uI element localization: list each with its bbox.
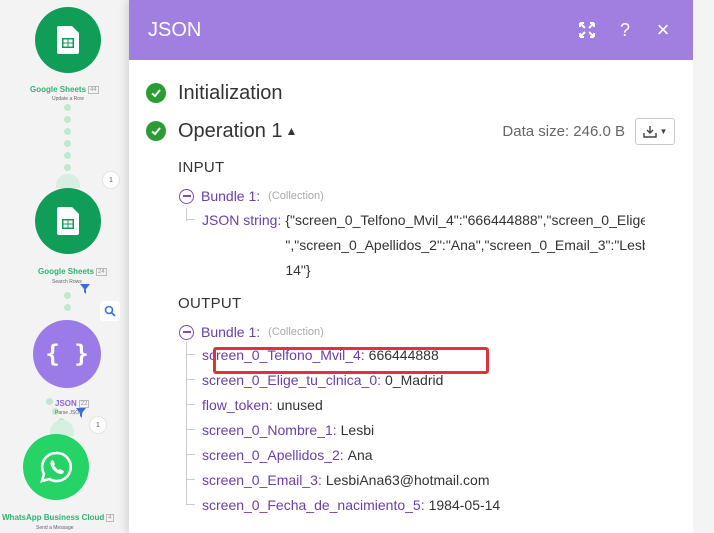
output-field-row: screen_0_Email_3: LesbiAna63@hotmail.com: [186, 467, 675, 492]
module-number: 44: [88, 85, 99, 94]
json-module[interactable]: { }: [33, 320, 101, 388]
module-app-name: Google Sheets: [30, 85, 87, 94]
module-action: Update a Row: [52, 96, 84, 102]
output-field-row: screen_0_Apellidos_2: Ana: [186, 442, 675, 467]
field-key: screen_0_Telfono_Mvil_4:: [202, 346, 365, 363]
connector-dot: [64, 140, 71, 147]
json-string-key: JSON string:: [202, 212, 282, 228]
field-value: 666444888: [368, 346, 439, 363]
collection-tag: (Collection): [268, 326, 324, 338]
json-line: {"screen_0_Telfono_Mvil_4":"666444888","…: [285, 212, 646, 228]
operation-row[interactable]: Operation 1 ▲ Data size: 246.0 B ▼: [146, 117, 675, 145]
connector-dot: [64, 164, 71, 171]
module-number: 22: [78, 399, 90, 408]
module-number: 4: [106, 513, 114, 522]
field-value: 0_Madrid: [385, 371, 444, 388]
module-label: WhatsApp Business Cloud 4: [2, 513, 114, 522]
output-heading: OUTPUT: [178, 295, 242, 312]
field-key: screen_0_Email_3:: [202, 471, 322, 488]
field-value: LesbiAna63@hotmail.com: [325, 471, 490, 488]
field-key: screen_0_Fecha_de_nacimiento_5:: [202, 496, 425, 513]
field-value: Lesbi: [340, 421, 375, 438]
filter-icon[interactable]: [76, 408, 86, 418]
operation-count-bubble[interactable]: 1: [89, 416, 107, 434]
header-tools: ? ×: [577, 17, 673, 42]
input-heading: INPUT: [178, 159, 225, 176]
collection-tag: (Collection): [268, 190, 324, 202]
scenario-canvas[interactable]: Google Sheets 44 Update a Row 1 Google S…: [0, 0, 130, 533]
panel-title: JSON: [148, 18, 202, 41]
output-field-row: screen_0_Nombre_1: Lesbi: [186, 417, 675, 442]
input-tree: JSON string: {"screen_0_Telfono_Mvil_4":…: [186, 208, 675, 283]
field-key: screen_0_Nombre_1:: [202, 421, 337, 438]
google-sheets-module[interactable]: [35, 188, 101, 254]
field-key: flow_token:: [202, 396, 273, 413]
module-action: Send a Message: [36, 525, 74, 531]
field-value: Ana: [347, 446, 373, 463]
data-size: Data size: 246.0 B: [502, 122, 625, 140]
output-field-row: screen_0_Telfono_Mvil_4: 666444888: [186, 342, 675, 367]
download-tray-icon: [642, 125, 657, 138]
module-action: Search Rows: [52, 279, 82, 285]
bundle-label: Bundle 1:: [201, 324, 261, 340]
collapse-icon[interactable]: [179, 188, 194, 204]
connector-dot: [64, 152, 71, 159]
json-string-row: JSON string: {"screen_0_Telfono_Mvil_4":…: [186, 208, 675, 283]
check-circle-icon: [146, 83, 166, 103]
google-sheets-module[interactable]: [35, 7, 101, 73]
module-halo: [56, 174, 80, 188]
output-field-row: screen_0_Fecha_de_nacimiento_5: 1984-05-…: [186, 492, 675, 517]
right-gutter: [693, 0, 714, 533]
input-bundle-row[interactable]: Bundle 1: (Collection): [179, 187, 675, 205]
download-button[interactable]: ▼: [635, 117, 675, 145]
module-label: Google Sheets 44: [30, 85, 99, 94]
connector-dot: [64, 104, 71, 111]
google-sheets-icon: [57, 207, 79, 235]
field-value: unused: [276, 396, 323, 413]
chevron-down-icon: ▼: [659, 126, 668, 136]
panel-header: JSON ? ×: [129, 0, 693, 60]
output-tree: screen_0_Telfono_Mvil_4: 666444888 scree…: [186, 342, 675, 517]
whatsapp-module[interactable]: [23, 434, 89, 500]
json-line: ","screen_0_Apellidos_2":"Ana","screen_0…: [285, 237, 645, 253]
module-app-name: Google Sheets: [38, 267, 95, 276]
curly-braces-icon: { }: [45, 340, 89, 368]
google-sheets-icon: [57, 26, 79, 54]
check-circle-icon: [146, 121, 166, 141]
output-bundle-row[interactable]: Bundle 1: (Collection): [179, 323, 675, 341]
question-icon[interactable]: ?: [615, 20, 635, 40]
connector-dot: [64, 116, 71, 123]
output-field-row: flow_token: unused: [186, 392, 675, 417]
module-label: JSON 22: [55, 399, 90, 408]
module-number: 24: [96, 267, 107, 276]
operation-count-bubble[interactable]: 1: [102, 171, 120, 189]
connector-dot: [46, 398, 53, 405]
module-label: Google Sheets 24: [38, 267, 107, 276]
module-app-name: JSON: [55, 399, 77, 408]
json-line: 14"}: [285, 262, 311, 278]
expand-arrows-icon[interactable]: [577, 20, 597, 40]
bundle-label: Bundle 1:: [201, 188, 261, 204]
caret-up-icon[interactable]: ▲: [286, 124, 298, 138]
filter-icon[interactable]: [80, 284, 90, 294]
initialization-title: Initialization: [178, 81, 283, 104]
module-app-name: WhatsApp Business Cloud: [2, 513, 105, 522]
output-field-row: screen_0_Elige_tu_clnica_0: 0_Madrid: [186, 367, 675, 392]
field-key: screen_0_Apellidos_2:: [202, 446, 344, 463]
connector-dot: [64, 292, 71, 299]
close-icon[interactable]: ×: [653, 17, 673, 42]
whatsapp-icon: [40, 451, 72, 483]
json-string-value: {"screen_0_Telfono_Mvil_4":"666444888","…: [285, 208, 645, 283]
field-value: 1984-05-14: [428, 496, 501, 513]
collapse-icon[interactable]: [179, 324, 194, 340]
operation-title[interactable]: Operation 1: [178, 120, 283, 143]
panel-body: Initialization Operation 1 ▲ Data size: …: [129, 60, 693, 517]
json-output-panel: JSON ? × Initialization Operation 1 ▲ Da…: [129, 0, 693, 533]
connector-dot: [64, 128, 71, 135]
initialization-row: Initialization: [146, 79, 675, 107]
field-key: screen_0_Elige_tu_clnica_0:: [202, 371, 382, 388]
connector-dot: [64, 304, 71, 311]
search-icon[interactable]: [100, 301, 120, 321]
